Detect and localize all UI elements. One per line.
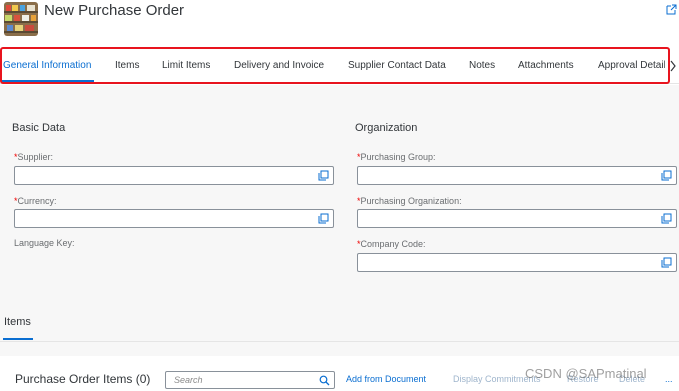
tab-approval-details[interactable]: Approval Details [598,60,665,71]
company-code-field[interactable] [357,253,677,272]
supplier-label: *Supplier: [14,152,54,162]
value-help-icon[interactable] [318,213,329,224]
chevron-right-icon[interactable] [669,60,677,72]
tab-strip: General Information Items Limit Items De… [0,51,665,84]
tab-attachments[interactable]: Attachments [518,60,574,71]
items-anchor-bar: Items [0,306,679,342]
search-placeholder: Search [174,375,203,385]
tab-notes[interactable]: Notes [469,60,495,71]
tab-bar: General Information Items Limit Items De… [0,51,679,84]
tab-supplier-contact-data[interactable]: Supplier Contact Data [348,60,446,71]
page-title: New Purchase Order [44,2,185,19]
product-image [4,2,38,36]
page-header: New Purchase Order [0,0,679,46]
purchasing-organization-label: *Purchasing Organization: [357,196,462,206]
value-help-icon[interactable] [661,170,672,181]
tab-limit-items[interactable]: Limit Items [162,60,210,71]
purchasing-organization-field[interactable] [357,209,677,228]
value-help-icon[interactable] [318,170,329,181]
supplier-field[interactable] [14,166,334,185]
items-table-title: Purchase Order Items (0) [15,372,151,386]
more-button[interactable]: ... [665,374,673,384]
purchasing-group-label: *Purchasing Group: [357,152,436,162]
items-anchor-label[interactable]: Items [4,316,31,328]
currency-label: *Currency: [14,196,57,206]
share-icon[interactable] [666,4,677,15]
value-help-icon[interactable] [661,257,672,268]
organization-title: Organization [355,122,418,134]
currency-field[interactable] [14,209,334,228]
add-from-document-button[interactable]: Add from Document [346,374,426,384]
language-key-label: Language Key: [14,238,75,248]
basic-data-title: Basic Data [12,122,66,134]
purchasing-group-field[interactable] [357,166,677,185]
tab-general-information[interactable]: General Information [3,60,91,71]
company-code-label: *Company Code: [357,239,426,249]
tab-delivery-and-invoice[interactable]: Delivery and Invoice [234,60,324,71]
active-tab-indicator [2,80,94,82]
watermark: CSDN @SAPmatinal [525,366,647,381]
general-information-section: Basic Data Organization *Supplier: *Curr… [0,85,679,391]
items-search-input[interactable]: Search [165,371,335,389]
items-anchor-indicator [3,338,33,340]
search-icon[interactable] [319,375,330,386]
tab-items[interactable]: Items [115,60,139,71]
value-help-icon[interactable] [661,213,672,224]
